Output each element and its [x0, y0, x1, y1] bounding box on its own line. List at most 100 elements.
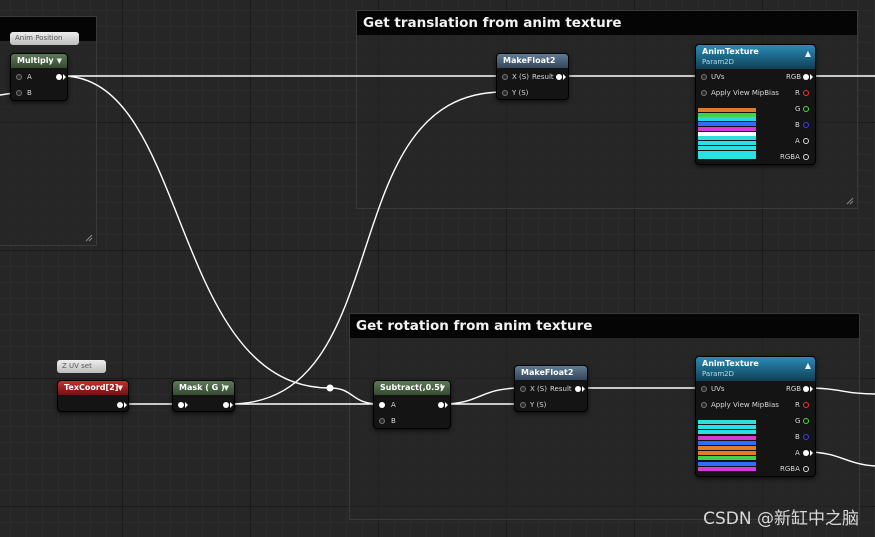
chevron-down-icon[interactable]: ▼ [118, 381, 123, 395]
pin-output[interactable] [56, 74, 62, 80]
mask-node[interactable]: Mask ( G ) ▼ [172, 380, 235, 412]
wire-multiply-to-subtract-a[interactable] [61, 75, 331, 389]
pin-result-output[interactable] [575, 386, 581, 392]
pin-label: G [795, 105, 801, 113]
wire-mask-to-makefloat2-y[interactable] [229, 91, 504, 405]
anim-texture-node[interactable]: AnimTexture Param2D ▲ UVs Apply View Mip… [695, 44, 816, 165]
node-header[interactable]: MakeFloat2 [497, 54, 568, 68]
pin-r-output[interactable] [803, 402, 809, 408]
pin-label: A [795, 137, 800, 145]
pin-uvs-input[interactable] [701, 386, 707, 392]
subtract-node[interactable]: Subtract(,0.5) ▼ A B [373, 380, 451, 429]
node-header[interactable]: TexCoord[2] ▼ [58, 381, 128, 395]
pin-label: RGBA [780, 153, 800, 161]
pin-mipbias-input[interactable] [701, 90, 707, 96]
pin-label: UVs [711, 385, 725, 393]
pin-label: R [795, 401, 800, 409]
node-header[interactable]: AnimTexture Param2D ▲ [696, 357, 815, 381]
node-subtitle: Param2D [702, 58, 735, 66]
pin-b-output[interactable] [803, 434, 809, 440]
pin-x-input[interactable] [502, 74, 508, 80]
texture-preview-stripe [698, 122, 756, 126]
chevron-down-icon[interactable]: ▼ [440, 381, 445, 395]
chevron-down-icon[interactable]: ▼ [224, 381, 229, 395]
node-title: TexCoord[2] [64, 383, 119, 392]
pin-label: Apply View MipBias [711, 401, 779, 409]
pin-label: A [391, 401, 396, 409]
node-title: Mask ( G ) [179, 383, 225, 392]
texture-preview-stripe [698, 462, 756, 466]
pin-rgb-output[interactable] [803, 74, 809, 80]
wire-animtexture-bottom-rgb-out[interactable] [805, 387, 875, 395]
make-float2-node[interactable]: MakeFloat2 X (S) Result Y (S) [514, 365, 588, 412]
collapse-icon[interactable]: ▲ [805, 48, 811, 59]
pin-arrow-icon [810, 450, 813, 456]
pin-label: X (S) [530, 385, 547, 393]
node-header[interactable]: AnimTexture Param2D ▲ [696, 45, 815, 69]
texture-preview [698, 420, 756, 472]
node-title: AnimTexture [702, 359, 759, 368]
pin-label: RGB [786, 385, 802, 393]
pin-r-output[interactable] [803, 90, 809, 96]
pin-rgba-output[interactable] [803, 466, 809, 472]
pin-result-output[interactable] [556, 74, 562, 80]
pin-b-input[interactable] [16, 90, 22, 96]
anim-texture-node[interactable]: AnimTexture Param2D ▲ UVs Apply View Mip… [695, 356, 816, 477]
pin-output[interactable] [117, 402, 123, 408]
pin-output[interactable] [438, 402, 444, 408]
texture-preview-stripe [698, 446, 756, 450]
texture-preview-stripe [698, 425, 756, 429]
pin-label: Apply View MipBias [711, 89, 779, 97]
pin-g-output[interactable] [803, 106, 809, 112]
z-uv-set-badge[interactable]: Z UV set [57, 360, 106, 373]
collapse-icon[interactable]: ▲ [805, 360, 811, 371]
wire-subtract-to-makefloat2-x[interactable] [442, 387, 522, 405]
pin-label: G [795, 417, 801, 425]
pin-a-input[interactable] [379, 402, 385, 408]
pin-a-output[interactable] [803, 138, 809, 144]
pin-label: B [27, 89, 32, 97]
texture-preview-stripe [698, 430, 756, 434]
node-header[interactable]: Subtract(,0.5) ▼ [374, 381, 450, 395]
pin-b-output[interactable] [803, 122, 809, 128]
pin-x-input[interactable] [520, 386, 526, 392]
node-header[interactable]: Mask ( G ) ▼ [173, 381, 234, 395]
pin-label: X (S) [512, 73, 529, 81]
texture-preview-stripe [698, 127, 756, 131]
node-title: Subtract(,0.5) [380, 383, 444, 392]
pin-input[interactable] [178, 402, 184, 408]
pin-arrow-icon [582, 386, 585, 392]
pin-label: Result [532, 73, 554, 81]
texture-preview-stripe [698, 141, 756, 145]
pin-rgb-output[interactable] [803, 386, 809, 392]
badge-label: Anim Position [15, 34, 63, 42]
multiply-node[interactable]: Multiply ▼ A B [10, 53, 68, 101]
texture-preview-stripe [698, 451, 756, 455]
pin-label: B [391, 417, 396, 425]
anim-position-badge[interactable]: Anim Position [10, 32, 79, 45]
pin-y-input[interactable] [502, 90, 508, 96]
texcoord-node[interactable]: TexCoord[2] ▼ [57, 380, 129, 412]
wire-animtexture-bottom-a-out[interactable] [805, 451, 875, 467]
pin-b-input[interactable] [379, 418, 385, 424]
pin-label: RGBA [780, 465, 800, 473]
texture-preview-stripe [698, 117, 756, 121]
node-header[interactable]: Multiply ▼ [11, 54, 67, 68]
pin-g-output[interactable] [803, 418, 809, 424]
chevron-down-icon[interactable]: ▼ [57, 54, 62, 68]
pin-arrow-icon [185, 402, 188, 408]
texture-preview-stripe [698, 420, 756, 424]
pin-label: Y (S) [530, 401, 547, 409]
pin-uvs-input[interactable] [701, 74, 707, 80]
pin-output[interactable] [223, 402, 229, 408]
pin-a-output[interactable] [803, 450, 809, 456]
pin-rgba-output[interactable] [803, 154, 809, 160]
texture-preview-stripe [698, 467, 756, 471]
pin-mipbias-input[interactable] [701, 402, 707, 408]
texture-preview-stripe [698, 136, 756, 140]
make-float2-node[interactable]: MakeFloat2 X (S) Result Y (S) [496, 53, 569, 100]
reroute-node[interactable] [326, 384, 334, 392]
pin-y-input[interactable] [520, 402, 526, 408]
pin-a-input[interactable] [16, 74, 22, 80]
node-header[interactable]: MakeFloat2 [515, 366, 587, 380]
